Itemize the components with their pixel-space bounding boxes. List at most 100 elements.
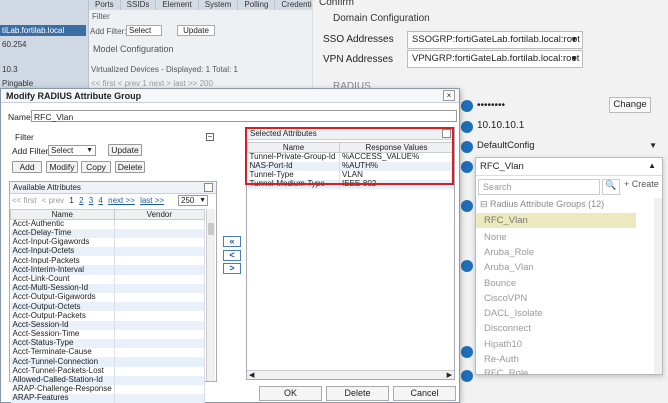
update-button[interactable]: Update — [108, 144, 142, 156]
pager-page-2[interactable]: 2 — [79, 196, 83, 205]
dropdown-option[interactable]: DACL_Isolate — [476, 306, 636, 321]
table-row[interactable]: Acct-Tunnel-Connection — [10, 357, 206, 367]
tree-item-selected[interactable]: tiLab.fortilab.local — [0, 25, 86, 36]
available-scrollbar[interactable] — [206, 209, 215, 381]
add-all-arrow-button[interactable]: « — [223, 236, 241, 247]
dropdown-scrollbar[interactable] — [654, 198, 662, 374]
bg-add-filter-select[interactable]: Select — [126, 25, 162, 36]
tab-ssids[interactable]: SSIDs — [121, 0, 157, 10]
tab-polling[interactable]: Polling — [238, 0, 276, 10]
table-row[interactable]: ARAP-Challenge-Response — [10, 384, 206, 395]
dropdown-option[interactable]: Bounce — [476, 276, 636, 291]
remove-arrow-button[interactable]: > — [223, 263, 241, 274]
tree-ip: 60.254 — [2, 40, 27, 49]
table-row[interactable]: Acct-Interim-Interval — [10, 265, 206, 275]
table-row[interactable]: ARAP-Features — [10, 394, 206, 403]
info-icon[interactable] — [461, 100, 473, 112]
table-row[interactable]: Acct-Session-Time — [10, 329, 206, 339]
pager-prev: < prev — [41, 196, 65, 205]
dropdown-option[interactable]: Aruba_Vlan — [476, 260, 636, 275]
ok-button[interactable]: OK — [259, 386, 322, 401]
pager-last[interactable]: last >> — [140, 196, 164, 205]
info-icon[interactable] — [461, 260, 473, 272]
tab-system[interactable]: System — [199, 0, 239, 10]
delete-button[interactable]: Delete — [115, 161, 145, 173]
add-button[interactable]: Add — [12, 161, 42, 173]
dropdown-option[interactable]: Aruba_Role — [476, 245, 636, 260]
info-icon[interactable] — [461, 370, 473, 382]
dropdown-option[interactable]: CiscoVPN — [476, 291, 636, 306]
tree-pingable: Pingable — [2, 79, 34, 88]
collapse-icon[interactable]: − — [206, 133, 214, 141]
change-button[interactable]: Change — [609, 97, 651, 113]
table-row[interactable]: Acct-Output-Gigawords — [10, 293, 206, 303]
tab-ports[interactable]: Ports — [89, 0, 121, 10]
dropdown-option[interactable]: Hipath10 — [476, 337, 636, 352]
table-row[interactable]: Acct-Status-Type — [10, 338, 206, 349]
info-icon[interactable] — [461, 121, 473, 133]
add-arrow-button[interactable]: < — [223, 250, 241, 261]
dialog-delete-button[interactable]: Delete — [326, 386, 389, 401]
sso-addresses-select[interactable]: SSOGRP:fortiGateLab.fortilab.local:root ▼ — [407, 31, 583, 49]
column-header-vendor[interactable]: Vendor — [113, 209, 206, 220]
pager-next[interactable]: next >> — [108, 196, 135, 205]
table-row[interactable]: Acct-Link-Count — [10, 274, 206, 284]
add-filter-select[interactable]: Select ▼ — [48, 145, 96, 156]
dropdown-search-input[interactable]: Search — [478, 179, 600, 195]
horizontal-scrollbar[interactable]: ◀ ▶ — [247, 370, 454, 379]
name-input[interactable]: RFC_Vlan — [31, 110, 457, 122]
table-row[interactable]: Acct-Input-Gigawords — [10, 237, 206, 248]
dropdown-selected-value[interactable]: RFC_Vlan ▲ — [476, 158, 662, 176]
dropdown-option[interactable]: Re-Auth — [476, 352, 636, 367]
confirm-label: Confirm — [319, 0, 355, 8]
vpn-addresses-select[interactable]: VPNGRP:fortiGateLab.fortilab.local:root ▼ — [407, 50, 583, 68]
pager-page-3[interactable]: 3 — [89, 196, 93, 205]
dialog-title: Modify RADIUS Attribute Group — [1, 89, 459, 103]
device-tree-panel: tiLab.fortilab.local 60.254 10.3 Pingabl… — [0, 0, 88, 90]
tab-element[interactable]: Element — [156, 0, 199, 10]
copy-button[interactable]: Copy — [81, 161, 111, 173]
vpn-addresses-label: VPN Addresses — [323, 54, 394, 65]
close-icon[interactable]: × — [443, 90, 455, 101]
table-row[interactable]: Allowed-Called-Station-Id — [10, 375, 206, 385]
export-icon[interactable] — [204, 183, 213, 192]
filter-label: Filter — [15, 132, 34, 142]
info-icon[interactable] — [461, 200, 473, 212]
radius-attribute-group-dropdown[interactable]: RFC_Vlan ▲ Search 🔍 + Create ⊟ Radius Att… — [475, 157, 663, 375]
info-icon[interactable] — [461, 346, 473, 358]
per-page-select[interactable]: 250 ▼ — [178, 195, 208, 206]
table-row[interactable]: Acct-Authentic — [10, 219, 206, 229]
available-pager: << first < prev 1 2 3 4 next >> last >> — [12, 196, 167, 205]
bg-update-button[interactable]: Update — [177, 25, 215, 36]
dropdown-option[interactable]: RFC_Role — [476, 366, 636, 375]
table-row[interactable]: Acct-Delay-Time — [10, 228, 206, 238]
scroll-right-icon[interactable]: ▶ — [447, 371, 452, 379]
available-attributes-title: Available Attributes — [10, 182, 216, 194]
table-row[interactable]: Acct-Tunnel-Packets-Lost — [10, 366, 206, 376]
scroll-left-icon[interactable]: ◀ — [249, 371, 254, 379]
table-row[interactable]: Acct-Output-Packets — [10, 311, 206, 321]
pager-page-4[interactable]: 4 — [98, 196, 102, 205]
info-icon[interactable] — [461, 141, 473, 153]
create-button[interactable]: + Create — [624, 179, 662, 195]
highlight-annotation — [245, 127, 454, 185]
column-header-name[interactable]: Name — [10, 209, 115, 220]
group-header: ⊟ Radius Attribute Groups (12) — [480, 199, 605, 209]
table-row[interactable]: Acct-Output-Octets — [10, 302, 206, 312]
table-row[interactable]: Acct-Input-Octets — [10, 247, 206, 257]
dropdown-option[interactable]: Disconnect — [476, 321, 636, 336]
cancel-button[interactable]: Cancel — [393, 386, 456, 401]
config-select[interactable]: DefaultConfig ▼ — [473, 138, 661, 156]
table-row[interactable]: Acct-Input-Packets — [10, 256, 206, 266]
table-row[interactable]: Acct-Terminate-Cause — [10, 348, 206, 358]
modify-button[interactable]: Modify — [46, 161, 78, 173]
search-icon[interactable]: 🔍 — [602, 179, 620, 195]
dropdown-option[interactable]: RFC_Vlan — [476, 213, 636, 228]
detail-tabs: Ports SSIDs Element System Polling Crede… — [89, 0, 329, 10]
dropdown-option[interactable]: None — [476, 230, 636, 245]
add-filter-label: Add Filter: — [12, 146, 51, 156]
info-icon[interactable] — [461, 161, 473, 173]
table-row[interactable]: Acct-Session-Id — [10, 320, 206, 330]
table-row[interactable]: Acct-Multi-Session-Id — [10, 283, 206, 293]
scrollbar-thumb[interactable] — [208, 223, 214, 235]
